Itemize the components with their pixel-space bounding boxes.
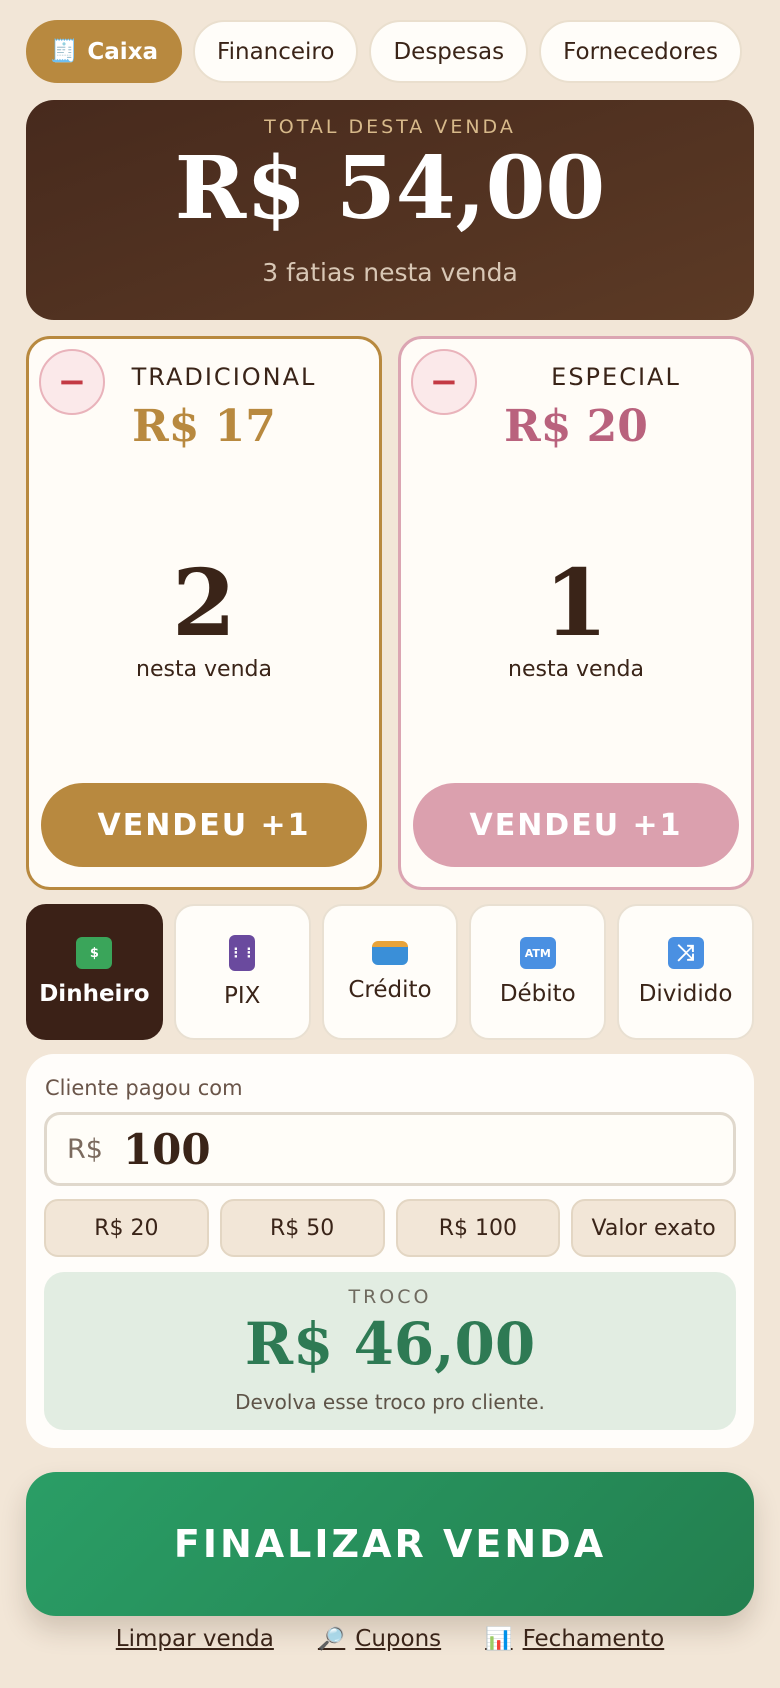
- clear-sale-link[interactable]: Limpar venda: [116, 1626, 274, 1652]
- coupons-link[interactable]: 🔎 Cupons: [318, 1626, 441, 1652]
- tab-caixa[interactable]: 🧾 Caixa: [26, 20, 183, 83]
- cash-icon: $: [76, 937, 113, 969]
- sale-total-value: R$ 54,00: [174, 138, 606, 239]
- magnifier-icon: 🔎: [317, 1626, 346, 1652]
- link-label: Limpar venda: [115, 1626, 274, 1652]
- sale-total-panel: TOTAL DESTA VENDA R$ 54,00 3 fatias nest…: [26, 100, 754, 320]
- bar-chart-icon: 📊: [485, 1626, 513, 1652]
- product-name: ESPECIAL: [551, 363, 681, 391]
- tab-label: Fornecedores: [563, 38, 718, 65]
- change-label: TROCO: [348, 1286, 432, 1308]
- payment-label: Dinheiro: [39, 981, 150, 1007]
- top-tabs: 🧾 Caixa Financeiro Despesas Fornecedores: [26, 20, 754, 83]
- product-card-especial: − ESPECIAL R$ 20 1 nesta venda VENDEU +1: [398, 336, 754, 890]
- tab-label: Caixa: [87, 38, 159, 65]
- product-count-caption: nesta venda: [508, 657, 644, 682]
- paid-amount-input[interactable]: R$ 100: [44, 1112, 736, 1186]
- quick-amounts: R$ 20 R$ 50 R$ 100 Valor exato: [44, 1199, 736, 1257]
- sell-tradicional-button[interactable]: VENDEU +1: [41, 783, 367, 867]
- footer-links: Limpar venda 🔎 Cupons 📊 Fechamento: [0, 1626, 780, 1652]
- quick-amount-100[interactable]: R$ 100: [395, 1199, 561, 1257]
- credit-card-icon: [371, 941, 408, 965]
- payment-label: PIX: [223, 983, 261, 1009]
- change-panel: TROCO R$ 46,00 Devolva esse troco pro cl…: [44, 1272, 736, 1430]
- tab-label: Despesas: [393, 38, 505, 65]
- tab-financeiro[interactable]: Financeiro: [193, 20, 359, 83]
- payment-label: Débito: [499, 981, 576, 1007]
- closing-link[interactable]: 📊 Fechamento: [485, 1626, 664, 1652]
- tab-despesas[interactable]: Despesas: [369, 20, 529, 83]
- link-label: Fechamento: [522, 1626, 665, 1652]
- sale-total-subtitle: 3 fatias nesta venda: [262, 258, 518, 287]
- tab-label: Financeiro: [217, 38, 335, 65]
- product-count: 2: [171, 549, 236, 657]
- product-count: 1: [543, 549, 608, 657]
- payment-pix[interactable]: ⋮⋮ PIX: [173, 904, 311, 1040]
- shuffle-icon: ⤨: [667, 937, 704, 969]
- receipt-icon: 🧾: [50, 39, 78, 64]
- product-price: R$ 17: [132, 401, 276, 452]
- payment-debito[interactable]: ATM Débito: [469, 904, 607, 1040]
- quick-amount-exact[interactable]: Valor exato: [571, 1199, 736, 1257]
- change-value: R$ 46,00: [244, 1310, 536, 1378]
- product-name: TRADICIONAL: [131, 363, 317, 391]
- paid-with-label: Cliente pagou com: [45, 1076, 243, 1100]
- payment-methods: $ Dinheiro ⋮⋮ PIX Crédito ATM Débito ⤨ D…: [26, 904, 754, 1040]
- product-card-tradicional: − TRADICIONAL R$ 17 2 nesta venda VENDEU…: [26, 336, 382, 890]
- product-price: R$ 20: [504, 401, 648, 452]
- link-label: Cupons: [355, 1626, 442, 1652]
- currency-prefix: R$: [67, 1133, 103, 1165]
- finalize-sale-button[interactable]: FINALIZAR VENDA: [26, 1472, 754, 1616]
- payment-credito[interactable]: Crédito: [321, 904, 459, 1040]
- phone-icon: ⋮⋮: [229, 935, 256, 971]
- change-note: Devolva esse troco pro cliente.: [235, 1390, 545, 1414]
- payment-dividido[interactable]: ⤨ Dividido: [617, 904, 754, 1040]
- tab-fornecedores[interactable]: Fornecedores: [539, 20, 742, 83]
- quick-amount-20[interactable]: R$ 20: [44, 1199, 209, 1257]
- sale-total-label: TOTAL DESTA VENDA: [264, 116, 516, 138]
- quick-amount-50[interactable]: R$ 50: [219, 1199, 385, 1257]
- payment-label: Crédito: [348, 977, 432, 1003]
- sell-especial-button[interactable]: VENDEU +1: [413, 783, 739, 867]
- product-count-caption: nesta venda: [136, 657, 272, 682]
- cash-panel: Cliente pagou com R$ 100 R$ 20 R$ 50 R$ …: [26, 1054, 754, 1448]
- payment-dinheiro[interactable]: $ Dinheiro: [26, 904, 163, 1040]
- payment-label: Dividido: [638, 981, 733, 1007]
- paid-amount-value: 100: [122, 1124, 211, 1174]
- atm-icon: ATM: [519, 937, 556, 969]
